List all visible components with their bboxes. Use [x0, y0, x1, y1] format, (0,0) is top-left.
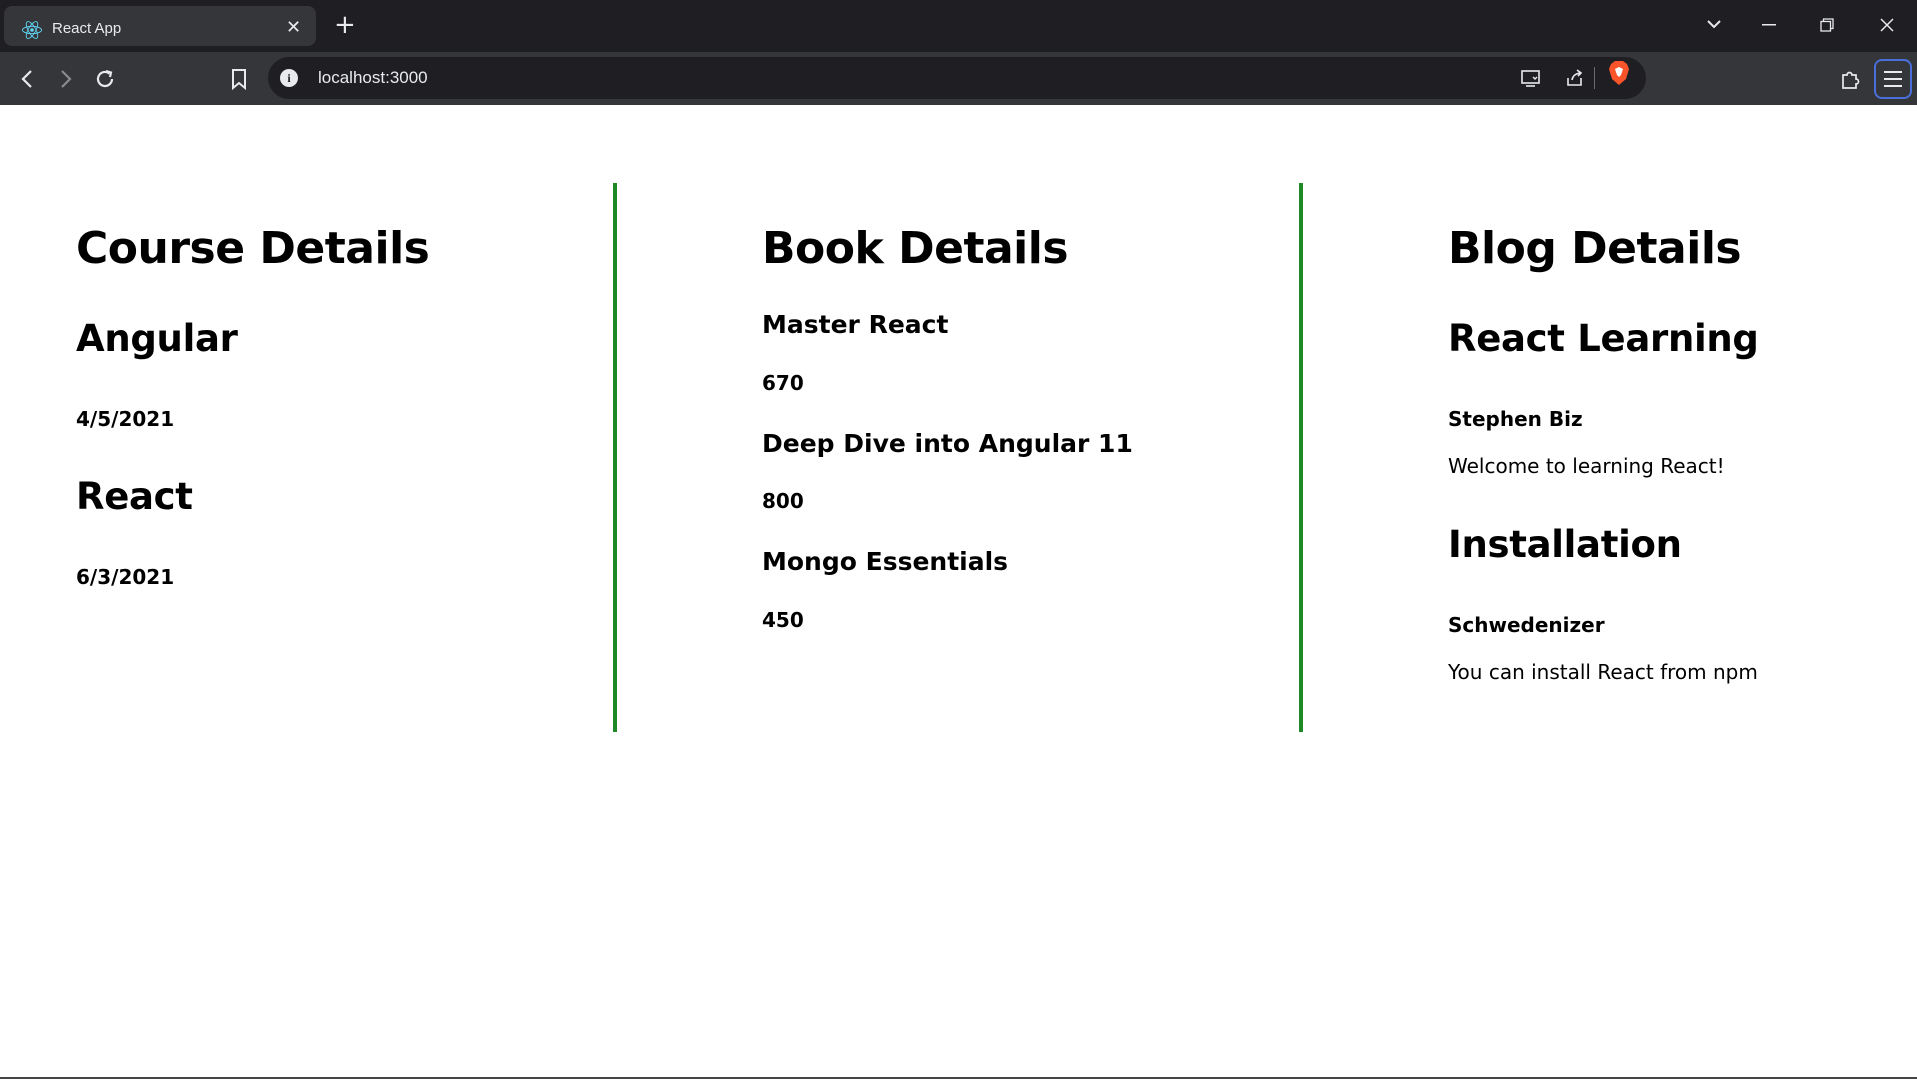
cast-install-icon[interactable] — [1520, 67, 1542, 89]
tab-list-chevron-icon[interactable] — [1706, 18, 1722, 30]
site-info-icon[interactable]: i — [280, 69, 298, 87]
column-divider — [613, 183, 617, 732]
course-name: Angular — [76, 317, 238, 360]
address-separator — [1594, 67, 1595, 89]
book-name: Master React — [762, 310, 949, 339]
tab-close-icon[interactable]: ✕ — [286, 19, 301, 37]
book-details-column: Book Details Master React 670 Deep Dive … — [762, 183, 1282, 732]
details-columns: Course Details Angular 4/5/2021 React 6/… — [0, 183, 1917, 732]
course-details-heading: Course Details — [76, 223, 430, 274]
brave-shield-icon[interactable] — [1608, 60, 1630, 86]
blog-details-column: Blog Details React Learning Stephen Biz … — [1448, 183, 1908, 732]
blog-author: Stephen Biz — [1448, 407, 1583, 431]
menu-button[interactable] — [1874, 59, 1912, 99]
share-icon[interactable] — [1564, 67, 1586, 89]
new-tab-button[interactable]: + — [334, 12, 356, 38]
book-name: Mongo Essentials — [762, 547, 1009, 576]
course-date: 4/5/2021 — [76, 407, 175, 431]
address-bar[interactable]: i localhost:3000 — [268, 57, 1646, 99]
reload-icon[interactable] — [92, 66, 118, 92]
browser-tab[interactable]: React App ✕ — [4, 6, 316, 46]
blog-title: Installation — [1448, 523, 1682, 566]
back-icon[interactable] — [14, 66, 40, 92]
book-price: 800 — [762, 489, 804, 513]
course-name: React — [76, 475, 193, 518]
book-details-heading: Book Details — [762, 223, 1069, 274]
book-name: Deep Dive into Angular 11 — [762, 429, 1133, 458]
react-logo-icon — [22, 21, 42, 39]
hamburger-icon — [1884, 71, 1902, 87]
page-content: Course Details Angular 4/5/2021 React 6/… — [0, 105, 1917, 1079]
close-window-icon[interactable] — [1880, 18, 1894, 32]
blog-content: You can install React from npm — [1448, 660, 1758, 684]
tab-title: React App — [52, 20, 122, 37]
minimize-icon[interactable] — [1762, 24, 1776, 26]
course-date: 6/3/2021 — [76, 565, 175, 589]
address-text[interactable]: localhost:3000 — [318, 68, 428, 88]
column-divider — [1299, 183, 1303, 732]
browser-toolbar: i localhost:3000 — [0, 52, 1917, 105]
blog-author: Schwedenizer — [1448, 613, 1605, 637]
extensions-icon[interactable] — [1838, 66, 1864, 92]
blog-content: Welcome to learning React! — [1448, 454, 1725, 478]
book-price: 670 — [762, 371, 804, 395]
course-details-column: Course Details Angular 4/5/2021 React 6/… — [76, 183, 596, 732]
restore-icon[interactable] — [1820, 18, 1834, 32]
blog-details-heading: Blog Details — [1448, 223, 1742, 274]
blog-title: React Learning — [1448, 317, 1759, 360]
book-price: 450 — [762, 608, 804, 632]
browser-tab-bar: React App ✕ + — [0, 0, 1917, 52]
bookmark-icon[interactable] — [226, 66, 252, 92]
forward-icon[interactable] — [53, 66, 79, 92]
